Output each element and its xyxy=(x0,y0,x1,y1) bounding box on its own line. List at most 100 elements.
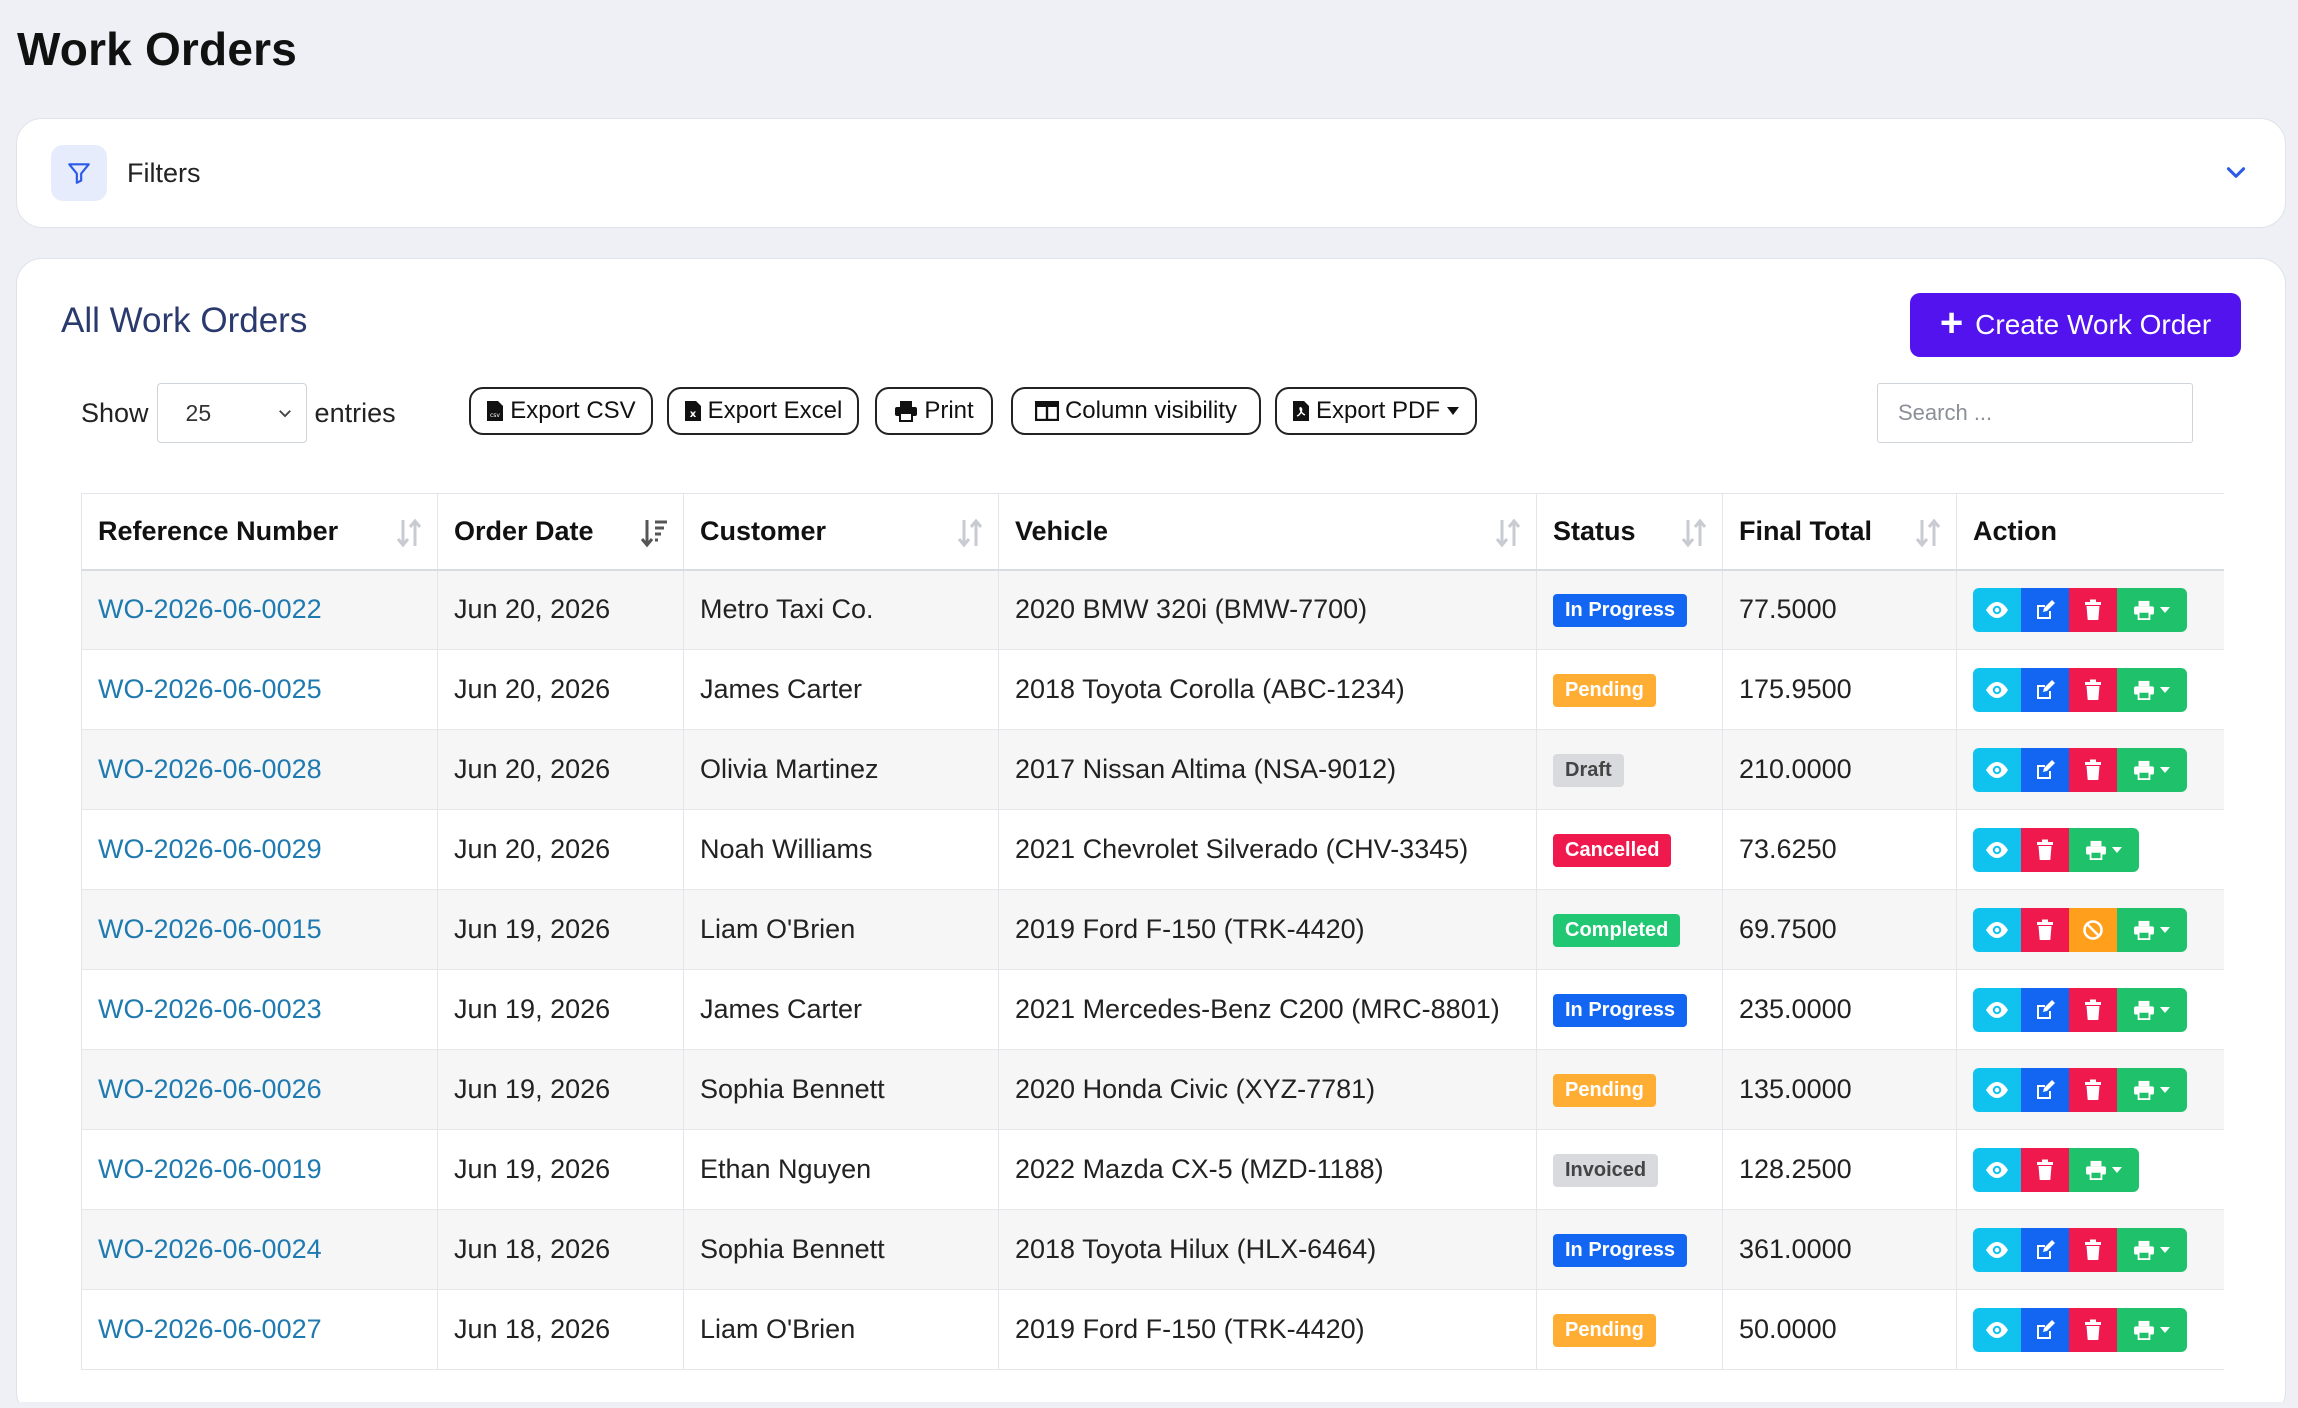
delete-button[interactable] xyxy=(2069,587,2117,632)
print-dropdown-button[interactable] xyxy=(2117,1067,2187,1112)
edit-button[interactable] xyxy=(2021,747,2069,792)
print-dropdown-button[interactable] xyxy=(2069,827,2139,872)
cell-vehicle: 2021 Mercedes-Benz C200 (MRC-8801) xyxy=(998,969,1537,1050)
cell-customer: Noah Williams xyxy=(683,809,999,890)
delete-button[interactable] xyxy=(2069,667,2117,712)
cell-final-total: 50.0000 xyxy=(1722,1289,1957,1370)
view-button[interactable] xyxy=(1973,1227,2021,1272)
eye-icon xyxy=(1985,1081,2009,1099)
delete-button[interactable] xyxy=(2021,1147,2069,1192)
work-order-link[interactable]: WO-2026-06-0025 xyxy=(98,674,322,704)
edit-icon xyxy=(2034,679,2056,701)
export-excel-button[interactable]: x Export Excel xyxy=(667,387,859,435)
view-button[interactable] xyxy=(1973,1147,2021,1192)
cell-vehicle: 2019 Ford F-150 (TRK-4420) xyxy=(998,1289,1537,1370)
filters-label: Filters xyxy=(127,157,201,188)
cell-order-date: Jun 18, 2026 xyxy=(437,1289,684,1370)
header-status[interactable]: Status xyxy=(1536,493,1723,571)
delete-button[interactable] xyxy=(2069,987,2117,1032)
work-order-link[interactable]: WO-2026-06-0019 xyxy=(98,1154,322,1184)
print-dropdown-button[interactable] xyxy=(2117,667,2187,712)
cell-reference: WO-2026-06-0026 xyxy=(81,1049,438,1130)
trash-icon xyxy=(2084,759,2102,781)
eye-icon xyxy=(1985,1321,2009,1339)
print-dropdown-button[interactable] xyxy=(2117,987,2187,1032)
cancel-order-button[interactable] xyxy=(2069,907,2117,952)
print-dropdown-button[interactable] xyxy=(2117,747,2187,792)
cell-vehicle: 2019 Ford F-150 (TRK-4420) xyxy=(998,889,1537,970)
header-order-date[interactable]: Order Date xyxy=(437,493,684,571)
create-work-order-button[interactable]: + Create Work Order xyxy=(1910,293,2241,357)
edit-button[interactable] xyxy=(2021,987,2069,1032)
sort-icon[interactable] xyxy=(1680,518,1708,555)
work-orders-table: Reference Number Order Date Customer Veh… xyxy=(81,493,2224,1370)
edit-button[interactable] xyxy=(2021,667,2069,712)
delete-button[interactable] xyxy=(2069,1067,2117,1112)
view-button[interactable] xyxy=(1973,827,2021,872)
delete-button[interactable] xyxy=(2021,907,2069,952)
export-csv-button[interactable]: csv Export CSV xyxy=(469,387,653,435)
show-label: Show xyxy=(81,397,149,428)
cell-customer: James Carter xyxy=(683,649,999,730)
cell-final-total: 77.5000 xyxy=(1722,569,1957,650)
work-order-link[interactable]: WO-2026-06-0026 xyxy=(98,1074,322,1104)
cell-order-date: Jun 20, 2026 xyxy=(437,729,684,810)
cell-vehicle: 2018 Toyota Hilux (HLX-6464) xyxy=(998,1209,1537,1290)
delete-button[interactable] xyxy=(2069,1227,2117,1272)
work-order-link[interactable]: WO-2026-06-0015 xyxy=(98,914,322,944)
header-vehicle[interactable]: Vehicle xyxy=(998,493,1537,571)
filters-panel[interactable]: Filters xyxy=(16,118,2286,228)
search-input[interactable] xyxy=(1877,383,2193,443)
cell-reference: WO-2026-06-0027 xyxy=(81,1289,438,1370)
edit-icon xyxy=(2034,999,2056,1021)
view-button[interactable] xyxy=(1973,587,2021,632)
edit-button[interactable] xyxy=(2021,587,2069,632)
print-dropdown-button[interactable] xyxy=(2069,1147,2139,1192)
edit-button[interactable] xyxy=(2021,1227,2069,1272)
chevron-down-icon[interactable] xyxy=(2223,159,2249,190)
view-button[interactable] xyxy=(1973,1067,2021,1112)
sort-desc-icon[interactable] xyxy=(639,518,669,555)
work-order-link[interactable]: WO-2026-06-0027 xyxy=(98,1314,322,1344)
work-order-link[interactable]: WO-2026-06-0028 xyxy=(98,754,322,784)
export-pdf-button[interactable]: Export PDF xyxy=(1275,387,1477,435)
status-badge: Draft xyxy=(1553,754,1624,787)
print-dropdown-button[interactable] xyxy=(2117,1307,2187,1352)
edit-icon xyxy=(2034,759,2056,781)
cell-order-date: Jun 18, 2026 xyxy=(437,1209,684,1290)
cell-status: Pending xyxy=(1536,649,1723,730)
delete-button[interactable] xyxy=(2069,747,2117,792)
work-order-link[interactable]: WO-2026-06-0029 xyxy=(98,834,322,864)
cell-status: Pending xyxy=(1536,1049,1723,1130)
trash-icon xyxy=(2036,919,2054,941)
work-order-link[interactable]: WO-2026-06-0022 xyxy=(98,594,322,624)
sort-icon[interactable] xyxy=(1494,518,1522,555)
work-order-link[interactable]: WO-2026-06-0023 xyxy=(98,994,322,1024)
column-visibility-button[interactable]: Column visibility xyxy=(1011,387,1261,435)
view-button[interactable] xyxy=(1973,1307,2021,1352)
header-final-total[interactable]: Final Total xyxy=(1722,493,1957,571)
view-button[interactable] xyxy=(1973,667,2021,712)
table-row: WO-2026-06-0023 Jun 19, 2026 James Carte… xyxy=(81,969,2224,1050)
header-customer[interactable]: Customer xyxy=(683,493,999,571)
delete-button[interactable] xyxy=(2069,1307,2117,1352)
print-button[interactable]: Print xyxy=(875,387,993,435)
eye-icon xyxy=(1985,601,2009,619)
cell-final-total: 235.0000 xyxy=(1722,969,1957,1050)
sort-icon[interactable] xyxy=(395,518,423,555)
work-order-link[interactable]: WO-2026-06-0024 xyxy=(98,1234,322,1264)
print-dropdown-button[interactable] xyxy=(2117,587,2187,632)
edit-button[interactable] xyxy=(2021,1307,2069,1352)
edit-button[interactable] xyxy=(2021,1067,2069,1112)
delete-button[interactable] xyxy=(2021,827,2069,872)
view-button[interactable] xyxy=(1973,747,2021,792)
cell-final-total: 210.0000 xyxy=(1722,729,1957,810)
view-button[interactable] xyxy=(1973,987,2021,1032)
header-reference-number[interactable]: Reference Number xyxy=(81,493,438,571)
print-dropdown-button[interactable] xyxy=(2117,1227,2187,1272)
sort-icon[interactable] xyxy=(1914,518,1942,555)
sort-icon[interactable] xyxy=(956,518,984,555)
print-dropdown-button[interactable] xyxy=(2117,907,2187,952)
view-button[interactable] xyxy=(1973,907,2021,952)
entries-select[interactable]: 25 xyxy=(156,383,307,443)
